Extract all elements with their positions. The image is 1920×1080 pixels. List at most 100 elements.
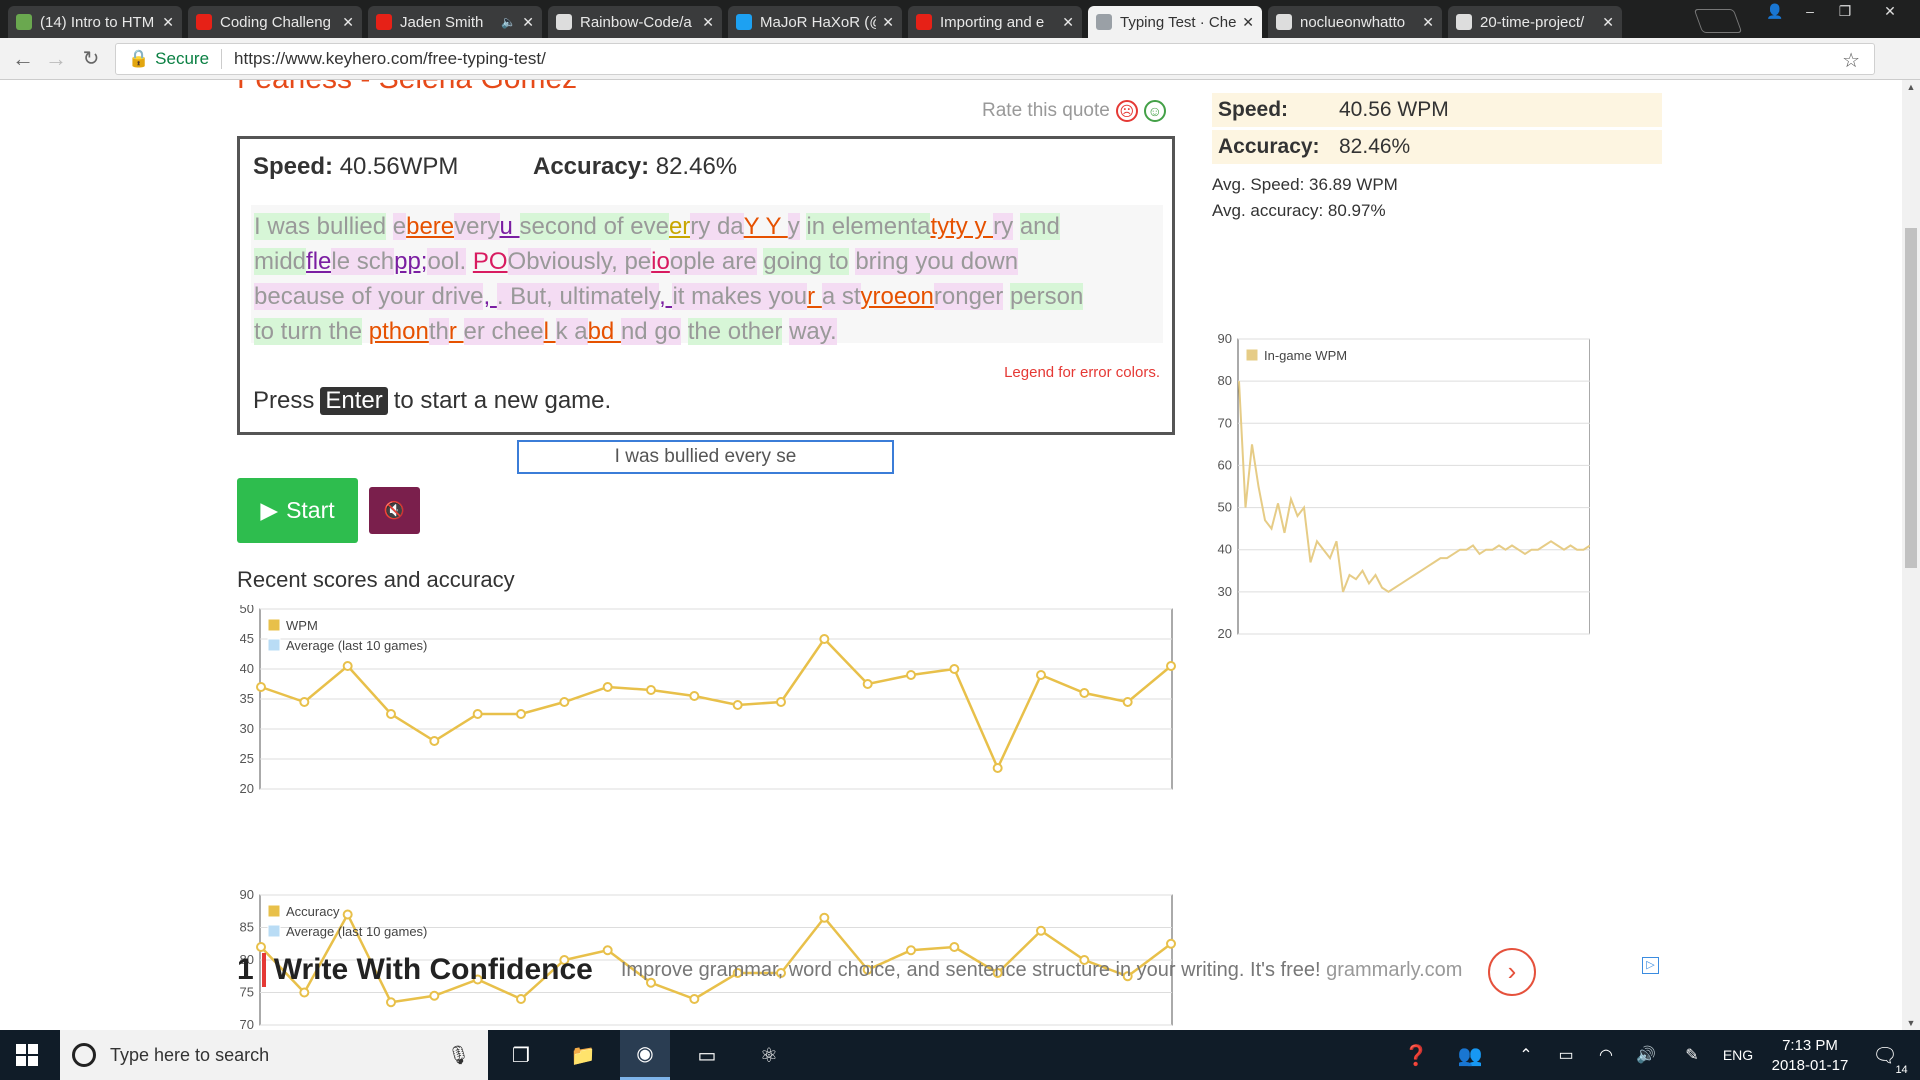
start-new-text: to start a new game. <box>393 387 612 414</box>
y-tick-label: 20 <box>1218 626 1232 640</box>
sidebar-accuracy: Accuracy: 82.46% <box>1212 130 1662 164</box>
page-scrollbar[interactable]: ▲ ▼ <box>1902 80 1920 1030</box>
browser-tab[interactable]: noclueonwhatto ✕ <box>1268 6 1442 38</box>
file-explorer-icon[interactable]: 📁 <box>558 1030 608 1080</box>
data-point <box>429 736 440 746</box>
typing-input[interactable]: I was bullied every se <box>517 440 894 474</box>
close-tab-icon[interactable]: ✕ <box>162 14 174 31</box>
terminal-icon[interactable]: ▭ <box>682 1030 732 1080</box>
close-tab-icon[interactable]: ✕ <box>1242 14 1254 31</box>
new-tab-button[interactable] <box>1693 9 1743 33</box>
data-point <box>819 634 830 644</box>
forward-arrow-icon[interactable]: → <box>43 46 69 72</box>
reload-icon[interactable]: ↻ <box>78 46 104 72</box>
volume-icon[interactable]: 🔊 <box>1626 1030 1666 1080</box>
address-bar[interactable]: 🔒 Secure https://www.keyhero.com/free-ty… <box>115 43 1875 75</box>
chevron-right-icon[interactable]: › <box>1488 948 1536 996</box>
audio-icon[interactable]: 🔈 <box>501 15 516 29</box>
stats-sidebar: Speed: 40.56 WPM Accuracy: 82.46% Avg. Spe… <box>1212 93 1662 224</box>
url-text[interactable]: https://www.keyhero.com/free-typing-test… <box>234 49 546 69</box>
task-view-icon[interactable]: ❐ <box>496 1030 546 1080</box>
sidebar-speed: Speed: 40.56 WPM <box>1212 93 1662 127</box>
y-tick-label: 60 <box>1218 457 1232 472</box>
start-button[interactable]: ▶ Start <box>237 478 358 543</box>
back-arrow-icon[interactable]: ← <box>10 46 36 72</box>
browser-tab[interactable]: (14) Intro to HTM ✕ <box>8 6 182 38</box>
close-tab-icon[interactable]: ✕ <box>882 14 894 31</box>
tab-title: noclueonwhatto <box>1300 13 1406 31</box>
browser-tab[interactable]: 20-time-project/ ✕ <box>1448 6 1622 38</box>
close-tab-icon[interactable]: ✕ <box>342 14 354 31</box>
legend-label: Accuracy <box>286 904 340 919</box>
data-point <box>516 994 526 1004</box>
y-tick-label: 40 <box>240 661 254 676</box>
play-icon: ▶ <box>260 497 279 523</box>
sad-face-icon[interactable]: ☹ <box>1115 100 1138 122</box>
lock-icon: 🔒 <box>128 49 150 68</box>
tab-title: Typing Test · Che <box>1120 13 1237 31</box>
browser-tab-bar: (14) Intro to HTM ✕ Coding Challeng ✕ Jaden … <box>0 0 1920 38</box>
smile-face-icon[interactable]: ☺ <box>1143 100 1166 122</box>
maximize-button[interactable]: ❐ <box>1830 0 1860 22</box>
data-point <box>689 994 700 1004</box>
close-tab-icon[interactable]: ✕ <box>702 14 714 31</box>
chrome-icon[interactable]: ◉ <box>620 1030 670 1080</box>
legend-error-colors-link[interactable]: Legend for error colors. <box>1004 364 1160 381</box>
windows-start-icon[interactable] <box>16 1044 38 1066</box>
scroll-down-icon[interactable]: ▼ <box>1902 1018 1920 1028</box>
data-point <box>559 697 570 707</box>
page-content: Fearless - Selena Gomez Rate this quote … <box>0 80 1902 1030</box>
data-point <box>386 997 396 1008</box>
legend-label: Average (last 10 games) <box>286 924 427 939</box>
accuracy-value: 82.46% <box>655 153 738 180</box>
mute-icon: 🔇 <box>383 500 406 520</box>
ad-domain[interactable]: grammarly.com <box>1326 959 1462 981</box>
data-point <box>819 912 830 923</box>
clock[interactable]: 7:13 PM 2018-01-17 <box>1755 1036 1865 1076</box>
atom-icon[interactable]: ⚛ <box>744 1030 794 1080</box>
close-tab-icon[interactable]: ✕ <box>1602 14 1614 31</box>
legend-swatch <box>267 924 281 938</box>
clock-date: 2018-01-17 <box>1771 1057 1849 1074</box>
start-label: Start <box>286 497 335 523</box>
bookmark-star-icon[interactable]: ☆ <box>1842 48 1860 73</box>
pen-icon[interactable]: ✎ <box>1672 1030 1712 1080</box>
notifications-icon[interactable]: 🗨 14 <box>1860 1030 1910 1080</box>
profile-icon[interactable]: 👤 <box>1760 0 1790 22</box>
close-tab-icon[interactable]: ✕ <box>1422 14 1434 31</box>
browser-tab[interactable]: Coding Challeng ✕ <box>188 6 362 38</box>
data-point <box>1036 925 1046 936</box>
scroll-up-icon[interactable]: ▲ <box>1902 82 1920 92</box>
wifi-icon[interactable]: ◠ <box>1586 1030 1626 1080</box>
help-icon[interactable]: ❓ <box>1396 1030 1436 1080</box>
ad-title[interactable]: Write With Confidence <box>274 953 593 987</box>
close-window-button[interactable]: ✕ <box>1870 0 1910 22</box>
adchoices-icon[interactable]: ▷ <box>1642 957 1659 974</box>
browser-tab[interactable]: Jaden Smith 🔈 ✕ <box>368 6 542 38</box>
browser-tab[interactable]: Typing Test · Che ✕ <box>1088 6 1262 38</box>
language-indicator[interactable]: ENG <box>1718 1030 1758 1080</box>
taskbar-search[interactable]: Type here to search 🎙 <box>60 1030 488 1080</box>
scroll-thumb[interactable] <box>1905 228 1917 568</box>
close-tab-icon[interactable]: ✕ <box>1062 14 1074 31</box>
microphone-icon[interactable]: 🎙 <box>447 1045 470 1066</box>
battery-icon[interactable]: ▭ <box>1546 1030 1586 1080</box>
y-tick-label: 35 <box>240 691 254 706</box>
y-tick-label: 40 <box>1218 542 1232 557</box>
typed-passage: I was bullied ebereveryu second of eveer… <box>251 205 1163 345</box>
grammarly-ad[interactable]: 1 Write With Confidence Improve grammar,… <box>237 945 1662 996</box>
browser-tab[interactable]: Rainbow-Code/a ✕ <box>548 6 722 38</box>
close-tab-icon[interactable]: ✕ <box>522 14 534 31</box>
minimize-button[interactable]: – <box>1795 0 1825 22</box>
data-point <box>1166 661 1176 671</box>
data-point <box>949 664 960 674</box>
data-point <box>602 682 613 692</box>
plot-frame <box>1237 338 1590 635</box>
data-point <box>992 763 1003 773</box>
browser-tab[interactable]: MaJoR HaXoR (@ ✕ <box>728 6 902 38</box>
people-icon[interactable]: 👥 <box>1450 1030 1490 1080</box>
browser-tab[interactable]: Importing and e ✕ <box>908 6 1082 38</box>
data-point <box>1036 670 1046 680</box>
mute-button[interactable]: 🔇 <box>369 487 420 534</box>
show-hidden-icons[interactable]: ⌃ <box>1506 1030 1546 1080</box>
